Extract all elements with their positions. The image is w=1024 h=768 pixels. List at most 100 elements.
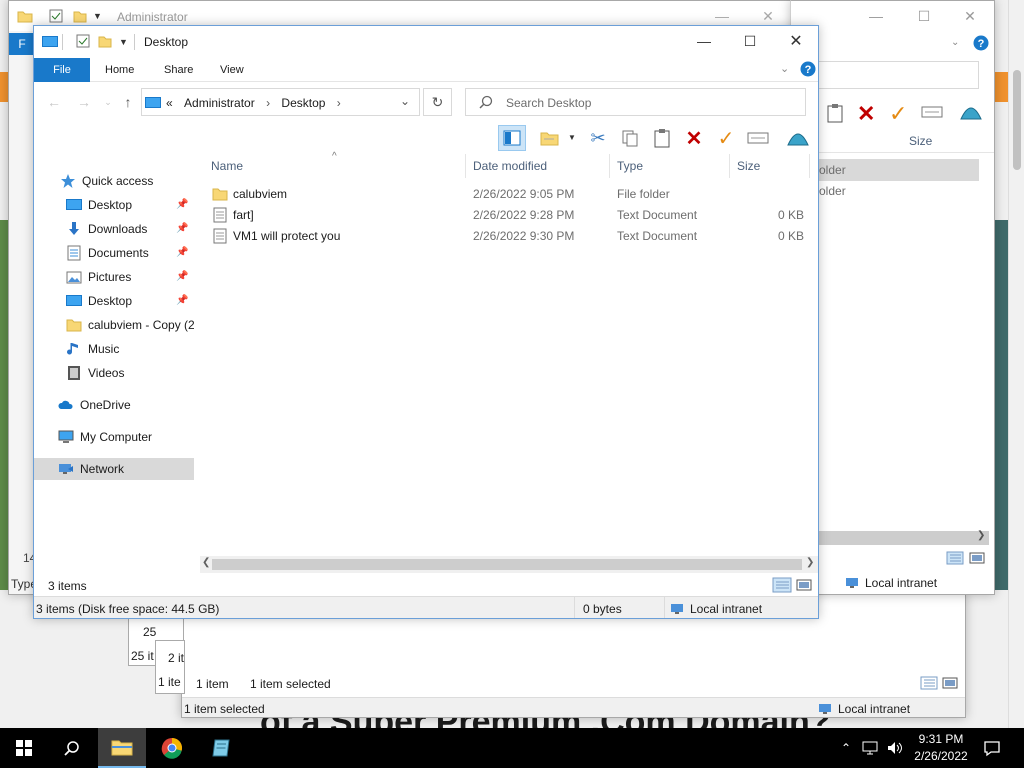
- nav-item-documents[interactable]: Documents 📌: [34, 242, 194, 264]
- minimize-button[interactable]: —: [853, 1, 899, 31]
- forward-button[interactable]: →: [74, 93, 94, 111]
- table-row[interactable]: VM1 will protect you 2/26/2022 9:30 PM T…: [204, 226, 812, 247]
- shell-icon[interactable]: [784, 125, 812, 151]
- nav-item-music[interactable]: Music: [34, 338, 194, 360]
- search-button[interactable]: [48, 728, 96, 768]
- details-view-icon[interactable]: [920, 676, 938, 693]
- right-selected-row[interactable]: older: [819, 159, 979, 181]
- tab-share[interactable]: Share: [150, 58, 207, 82]
- table-row[interactable]: fart] 2/26/2022 9:28 PM Text Document 0 …: [204, 205, 812, 226]
- taskbar-file-explorer[interactable]: [98, 728, 146, 768]
- new-folder-icon[interactable]: [73, 9, 87, 26]
- recent-locations-button[interactable]: ⌄: [98, 93, 118, 111]
- help-icon[interactable]: ?: [973, 35, 989, 54]
- pin-icon[interactable]: 📌: [176, 271, 188, 282]
- chevron-down-icon[interactable]: ⌄: [951, 37, 959, 48]
- scroll-right-arrow-icon[interactable]: ❯: [806, 557, 814, 568]
- details-view-icon[interactable]: [946, 551, 964, 568]
- network-status-icon[interactable]: [860, 728, 882, 768]
- column-header-size[interactable]: Size: [730, 154, 810, 178]
- details-view-icon[interactable]: [772, 577, 792, 596]
- breadcrumb-overflow[interactable]: «: [166, 96, 173, 110]
- maximize-button[interactable]: ☐: [727, 26, 773, 56]
- column-header-type[interactable]: Type: [610, 154, 730, 178]
- explorer-window-right[interactable]: — ☐ ✕ ⌄ ? ✕ ✓ Size older older ❯ Local i…: [790, 0, 995, 595]
- new-item-button[interactable]: [536, 125, 564, 151]
- scroll-right-arrow-icon[interactable]: ❯: [977, 530, 985, 541]
- page-scrollbar-thumb[interactable]: [1013, 70, 1021, 170]
- properties-icon[interactable]: [76, 34, 90, 51]
- taskbar-app[interactable]: [198, 728, 246, 768]
- scroll-left-arrow-icon[interactable]: ❮: [202, 557, 210, 568]
- rename-icon[interactable]: [921, 104, 943, 123]
- rename-icon[interactable]: [744, 125, 772, 151]
- preview-pane-button[interactable]: [498, 125, 526, 151]
- shell-icon[interactable]: [959, 101, 983, 126]
- nav-quick-access[interactable]: Quick access: [34, 170, 194, 192]
- nav-network[interactable]: Network: [34, 458, 194, 480]
- notifications-button[interactable]: [978, 728, 1006, 768]
- checkmark-icon[interactable]: ✓: [712, 125, 740, 151]
- page-scrollbar[interactable]: [1008, 0, 1024, 728]
- table-row[interactable]: calubviem 2/26/2022 9:05 PM File folder: [204, 184, 812, 205]
- delete-icon[interactable]: ✕: [857, 101, 875, 127]
- paste-icon[interactable]: [648, 125, 676, 151]
- nav-item-videos[interactable]: Videos: [34, 362, 194, 384]
- scrollbar-thumb[interactable]: [212, 559, 802, 570]
- nav-item-downloads[interactable]: Downloads 📌: [34, 218, 194, 240]
- tab-file[interactable]: File: [34, 58, 90, 82]
- cut-icon[interactable]: ✂: [584, 125, 612, 151]
- refresh-button[interactable]: ↻: [423, 88, 452, 116]
- taskbar-chrome[interactable]: [148, 728, 196, 768]
- right-size-column[interactable]: Size: [909, 134, 932, 148]
- large-icons-view-icon[interactable]: [942, 676, 958, 693]
- back-button[interactable]: ←: [44, 93, 64, 111]
- show-hidden-icons-icon[interactable]: ⌃: [836, 728, 856, 768]
- nav-item-pictures[interactable]: Pictures 📌: [34, 266, 194, 288]
- pin-icon[interactable]: 📌: [176, 223, 188, 234]
- chevron-down-icon[interactable]: ▼: [93, 11, 102, 21]
- help-icon[interactable]: ?: [800, 61, 816, 80]
- properties-icon[interactable]: [49, 9, 63, 26]
- address-dropdown-icon[interactable]: ⌄: [400, 94, 410, 108]
- explorer-window-desktop[interactable]: ▼ Desktop — ☐ ✕ File Home Share View ⌄ ?…: [33, 25, 819, 619]
- nav-item-desktop[interactable]: Desktop 📌: [34, 194, 194, 216]
- address-bar[interactable]: « Administrator › Desktop › ⌄: [141, 88, 420, 116]
- system-clock[interactable]: 9:31 PM 2/26/2022: [906, 731, 976, 765]
- chevron-down-icon[interactable]: ▼: [568, 133, 576, 142]
- breadcrumb-separator-icon[interactable]: ›: [266, 96, 270, 110]
- pin-icon[interactable]: 📌: [176, 199, 188, 210]
- large-icons-view-icon[interactable]: [796, 578, 812, 595]
- right-hscrollbar[interactable]: [791, 531, 989, 545]
- minimize-button[interactable]: —: [681, 26, 727, 56]
- new-folder-icon[interactable]: [98, 34, 112, 51]
- maximize-button[interactable]: ☐: [901, 1, 947, 31]
- up-button[interactable]: ↑: [118, 93, 138, 111]
- nav-my-computer[interactable]: My Computer: [34, 426, 194, 448]
- search-box-right[interactable]: [801, 61, 979, 89]
- paste-icon[interactable]: [825, 103, 845, 126]
- tab-view[interactable]: View: [206, 58, 258, 82]
- column-header-date[interactable]: Date modified: [466, 154, 610, 178]
- breadcrumb-desktop[interactable]: Desktop: [281, 96, 325, 110]
- search-box[interactable]: Search Desktop: [465, 88, 806, 116]
- volume-icon[interactable]: [884, 728, 906, 768]
- pin-icon[interactable]: 📌: [176, 295, 188, 306]
- chevron-down-icon[interactable]: ▼: [119, 37, 128, 47]
- close-button[interactable]: ✕: [947, 1, 993, 31]
- pin-icon[interactable]: 📌: [176, 247, 188, 258]
- breadcrumb-separator-icon[interactable]: ›: [337, 96, 341, 110]
- copy-icon[interactable]: [616, 125, 644, 151]
- close-button[interactable]: ✕: [773, 26, 818, 56]
- nav-item-calubviem-copy[interactable]: calubviem - Copy (2: [34, 314, 194, 336]
- breadcrumb-administrator[interactable]: Administrator: [184, 96, 255, 110]
- expand-ribbon-icon[interactable]: ⌄: [780, 62, 789, 75]
- large-icons-view-icon[interactable]: [969, 551, 985, 568]
- titlebar[interactable]: ▼ Desktop — ☐ ✕: [34, 26, 818, 58]
- start-button[interactable]: [0, 728, 48, 768]
- checkmark-icon[interactable]: ✓: [889, 101, 907, 127]
- nav-item-desktop-2[interactable]: Desktop 📌: [34, 290, 194, 312]
- tab-home[interactable]: Home: [91, 58, 148, 82]
- horizontal-scrollbar[interactable]: ❮ ❯: [200, 556, 818, 573]
- delete-icon[interactable]: ✕: [680, 125, 708, 151]
